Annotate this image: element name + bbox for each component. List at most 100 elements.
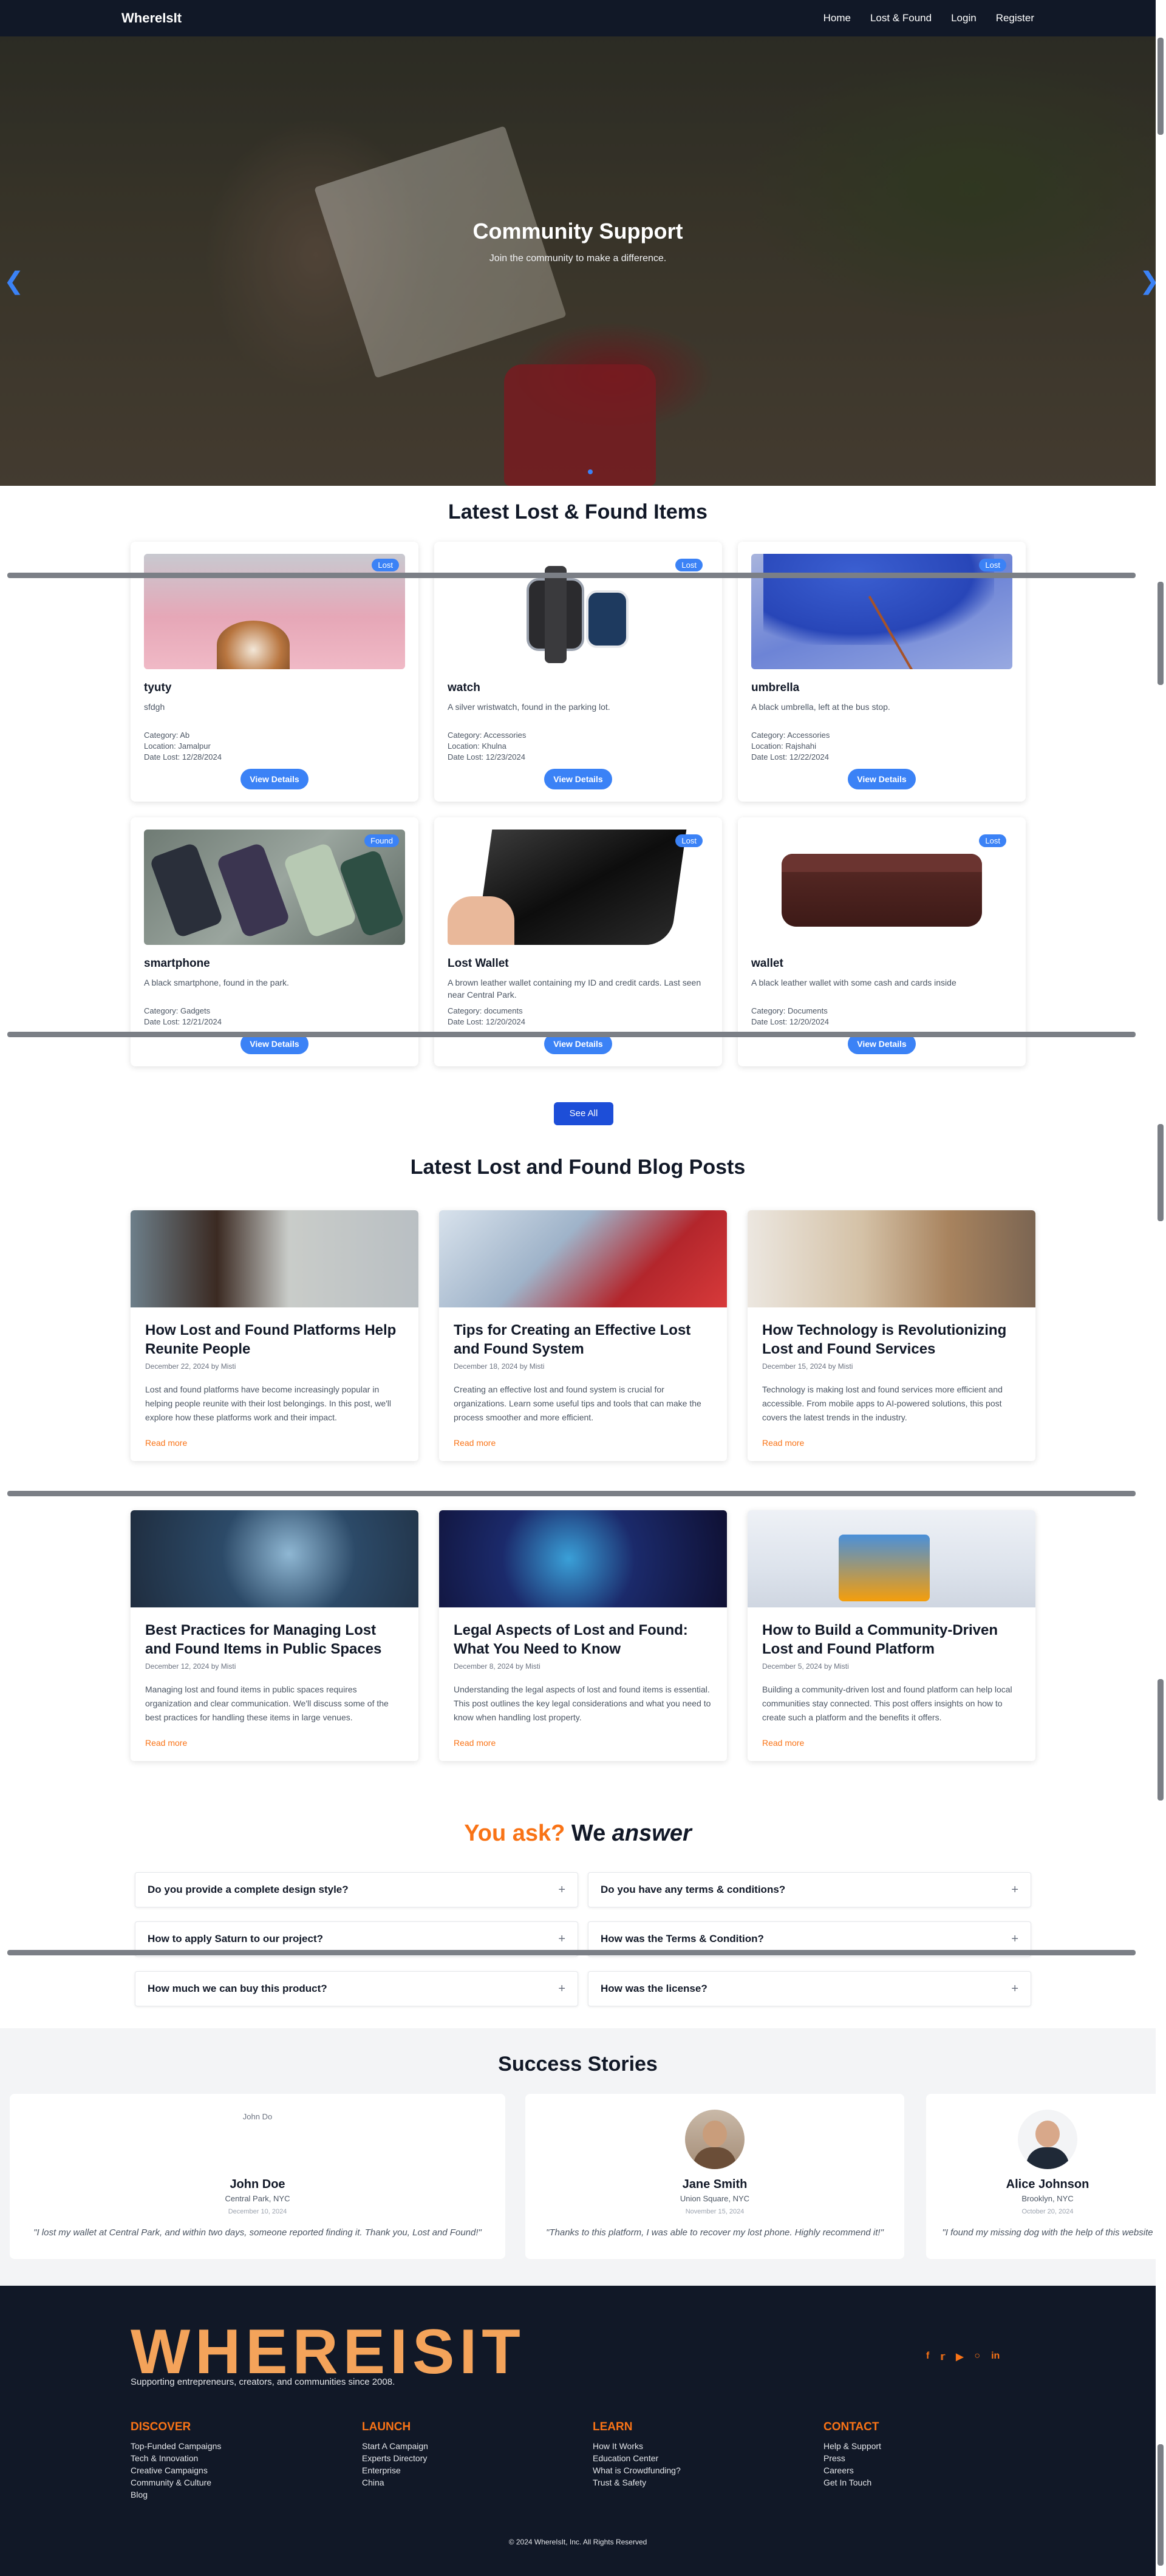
plus-icon[interactable]: + <box>558 1982 565 1996</box>
item-date: Date Lost: 12/20/2024 <box>751 1017 829 1026</box>
footer-link[interactable]: What is Crowdfunding? <box>593 2464 681 2476</box>
story-name: Jane Smith <box>682 2178 748 2191</box>
hero-title: Community Support <box>472 219 683 244</box>
carousel-indicator[interactable] <box>588 469 593 474</box>
read-more-link[interactable]: Read more <box>454 1438 712 1448</box>
footer-link[interactable]: Careers <box>823 2464 881 2476</box>
faq-item[interactable]: How much we can buy this product? + <box>135 1971 578 2006</box>
vertical-scrollbar-thumb[interactable] <box>1157 582 1164 685</box>
story-quote: "I found my missing dog with the help of… <box>942 2227 1153 2238</box>
item-image: Found <box>144 830 405 945</box>
twitter-icon[interactable]: 𝕣 <box>940 2351 945 2363</box>
nav-link-home[interactable]: Home <box>823 12 851 24</box>
vertical-scrollbar-thumb[interactable] <box>1157 38 1164 135</box>
nav-link-lost-found[interactable]: Lost & Found <box>870 12 932 24</box>
blog-excerpt: Lost and found platforms have become inc… <box>145 1385 392 1422</box>
blog-excerpt: Understanding the legal aspects of lost … <box>454 1685 711 1722</box>
blog-meta: December 18, 2024 by Misti <box>454 1362 545 1371</box>
navbar: WhereIsIt Home Lost & Found Login Regist… <box>0 0 1156 36</box>
read-more-link[interactable]: Read more <box>762 1438 1021 1448</box>
item-card: Lost Lost Wallet A brown leather wallet … <box>434 817 722 1066</box>
vertical-scrollbar-thumb[interactable] <box>1157 2444 1164 2566</box>
blog-title[interactable]: Tips for Creating an Effective Lost and … <box>454 1321 712 1358</box>
faq-item[interactable]: Do you provide a complete design style? … <box>135 1872 578 1907</box>
plus-icon[interactable]: + <box>558 1932 565 1946</box>
view-details-button[interactable]: View Details <box>544 769 612 789</box>
footer-link[interactable]: Help & Support <box>823 2440 881 2452</box>
horizontal-scrollbar[interactable] <box>7 1950 1136 1955</box>
story-location: Central Park, NYC <box>225 2194 290 2203</box>
blog-excerpt: Managing lost and found items in public … <box>145 1685 389 1722</box>
blog-meta: December 22, 2024 by Misti <box>145 1362 236 1371</box>
plus-icon[interactable]: + <box>1011 1982 1018 1996</box>
nav-link-login[interactable]: Login <box>951 12 977 24</box>
item-date: Date Lost: 12/22/2024 <box>751 752 829 762</box>
footer-link[interactable]: Blog <box>131 2489 221 2501</box>
footer-link[interactable]: Get In Touch <box>823 2476 881 2489</box>
footer-link[interactable]: Community & Culture <box>131 2476 221 2489</box>
nav-link-register[interactable]: Register <box>996 12 1034 24</box>
faq-title-answer: answer <box>612 1821 692 1846</box>
chevron-right-icon[interactable]: ❯ <box>1139 267 1156 295</box>
footer: WHEREISIT Supporting entrepreneurs, crea… <box>0 2286 1156 2576</box>
plus-icon[interactable]: + <box>1011 1883 1018 1897</box>
brand-logo[interactable]: WhereIsIt <box>121 10 182 26</box>
vertical-scrollbar-thumb[interactable] <box>1157 1679 1164 1801</box>
story-quote: "I lost my wallet at Central Park, and w… <box>33 2227 482 2238</box>
footer-link[interactable]: Tech & Innovation <box>131 2452 221 2464</box>
item-date: Date Lost: 12/20/2024 <box>448 1017 525 1026</box>
view-details-button[interactable]: View Details <box>240 769 309 789</box>
blog-title[interactable]: Best Practices for Managing Lost and Fou… <box>145 1621 404 1658</box>
horizontal-scrollbar[interactable] <box>7 573 1136 578</box>
story-card: Jane Smith Union Square, NYC November 15… <box>525 2094 904 2259</box>
plus-icon[interactable]: + <box>558 1883 565 1897</box>
blog-card: Tips for Creating an Effective Lost and … <box>439 1210 727 1461</box>
footer-link[interactable]: Education Center <box>593 2452 681 2464</box>
blog-title[interactable]: How to Build a Community-Driven Lost and… <box>762 1621 1021 1658</box>
footer-link[interactable]: How It Works <box>593 2440 681 2452</box>
read-more-link[interactable]: Read more <box>145 1738 404 1748</box>
read-more-link[interactable]: Read more <box>145 1438 404 1448</box>
footer-link[interactable]: Trust & Safety <box>593 2476 681 2489</box>
footer-column-contact: CONTACT Help & Support Press Careers Get… <box>823 2421 881 2489</box>
footer-link[interactable]: Top-Funded Campaigns <box>131 2440 221 2452</box>
read-more-link[interactable]: Read more <box>762 1738 1021 1748</box>
view-details-button[interactable]: View Details <box>848 769 916 789</box>
status-badge: Lost <box>979 834 1006 847</box>
copyright: © 2024 WhereIsIt, Inc. All Rights Reserv… <box>508 2538 647 2546</box>
instagram-icon[interactable]: ○ <box>974 2351 980 2363</box>
blog-title[interactable]: How Technology is Revolutionizing Lost a… <box>762 1321 1021 1358</box>
footer-link[interactable]: Experts Directory <box>362 2452 428 2464</box>
linkedin-icon[interactable]: in <box>991 2351 1000 2363</box>
footer-link[interactable]: Start A Campaign <box>362 2440 428 2452</box>
footer-link[interactable]: China <box>362 2476 428 2489</box>
item-card: Lost wallet A black leather wallet with … <box>738 817 1026 1066</box>
vertical-scrollbar-thumb[interactable] <box>1157 1124 1164 1221</box>
faq-question: How was the Terms & Condition? <box>601 1933 764 1944</box>
footer-link[interactable]: Press <box>823 2452 881 2464</box>
faq-item[interactable]: How was the license? + <box>588 1971 1031 2006</box>
facebook-icon[interactable]: f <box>926 2351 929 2363</box>
footer-link[interactable]: Enterprise <box>362 2464 428 2476</box>
see-all-button[interactable]: See All <box>554 1102 613 1125</box>
story-date: October 20, 2024 <box>1021 2208 1074 2215</box>
plus-icon[interactable]: + <box>1011 1932 1018 1946</box>
nav-links: Home Lost & Found Login Register <box>823 12 1034 24</box>
faq-item[interactable]: Do you have any terms & conditions? + <box>588 1872 1031 1907</box>
youtube-icon[interactable]: ▶ <box>956 2351 963 2363</box>
footer-link[interactable]: Creative Campaigns <box>131 2464 221 2476</box>
read-more-link[interactable]: Read more <box>454 1738 712 1748</box>
chevron-left-icon[interactable]: ❮ <box>4 267 24 295</box>
blog-excerpt: Creating an effective lost and found sys… <box>454 1385 701 1422</box>
blog-title[interactable]: Legal Aspects of Lost and Found: What Yo… <box>454 1621 712 1658</box>
blog-title[interactable]: How Lost and Found Platforms Help Reunit… <box>145 1321 404 1358</box>
item-category: Category: Gadgets <box>144 1006 211 1015</box>
horizontal-scrollbar[interactable] <box>7 1491 1136 1496</box>
horizontal-scrollbar[interactable] <box>7 1032 1136 1037</box>
item-description: A black umbrella, left at the bus stop. <box>751 702 890 712</box>
item-date: Date Lost: 12/23/2024 <box>448 752 525 762</box>
item-date: Date Lost: 12/21/2024 <box>144 1017 222 1026</box>
blog-image <box>748 1510 1035 1607</box>
item-card: Found smartphone A black smartphone, fou… <box>131 817 418 1066</box>
item-location: Location: Rajshahi <box>751 741 816 751</box>
